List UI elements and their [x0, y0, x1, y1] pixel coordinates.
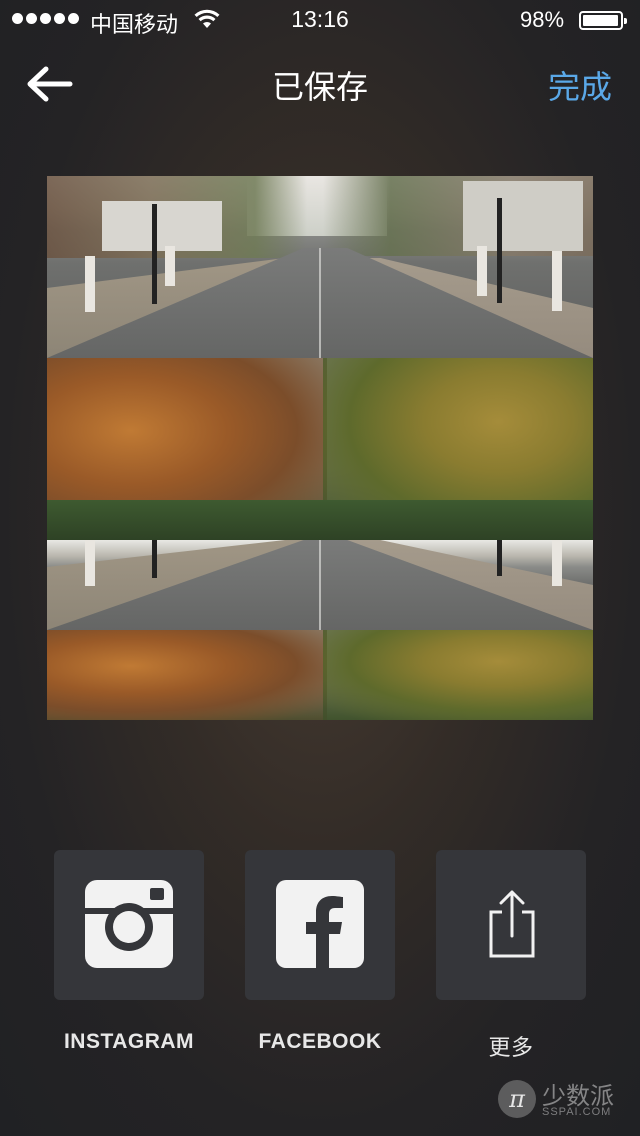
- facebook-label: FACEBOOK: [258, 1030, 382, 1053]
- photo-strip-autumn: [47, 358, 593, 540]
- instagram-share-button[interactable]: [54, 850, 204, 1000]
- photo-strip-road-2: [47, 540, 593, 630]
- sspai-watermark: π 少数派 SSPAI.COM: [498, 1076, 628, 1122]
- status-bar: 中国移动 13:16 98%: [0, 0, 640, 40]
- facebook-share-button[interactable]: [245, 850, 395, 1000]
- watermark-url: SSPAI.COM: [542, 1106, 612, 1118]
- share-icon: [489, 890, 535, 958]
- photo-strip-autumn-2: [47, 630, 593, 720]
- battery-percentage: 98%: [520, 7, 565, 32]
- more-share-button[interactable]: [436, 850, 586, 1000]
- photo-strip-road: [47, 176, 593, 358]
- facebook-icon: [276, 880, 364, 968]
- page-title: 已保存: [271, 68, 368, 106]
- instagram-label: INSTAGRAM: [63, 1030, 195, 1053]
- more-label: 更多: [488, 1036, 534, 1061]
- sspai-logo-icon: π: [498, 1080, 536, 1118]
- instagram-icon: [85, 880, 173, 968]
- battery-icon: [579, 11, 627, 30]
- done-button[interactable]: 完成: [548, 62, 612, 108]
- collage-preview-image: [47, 176, 593, 720]
